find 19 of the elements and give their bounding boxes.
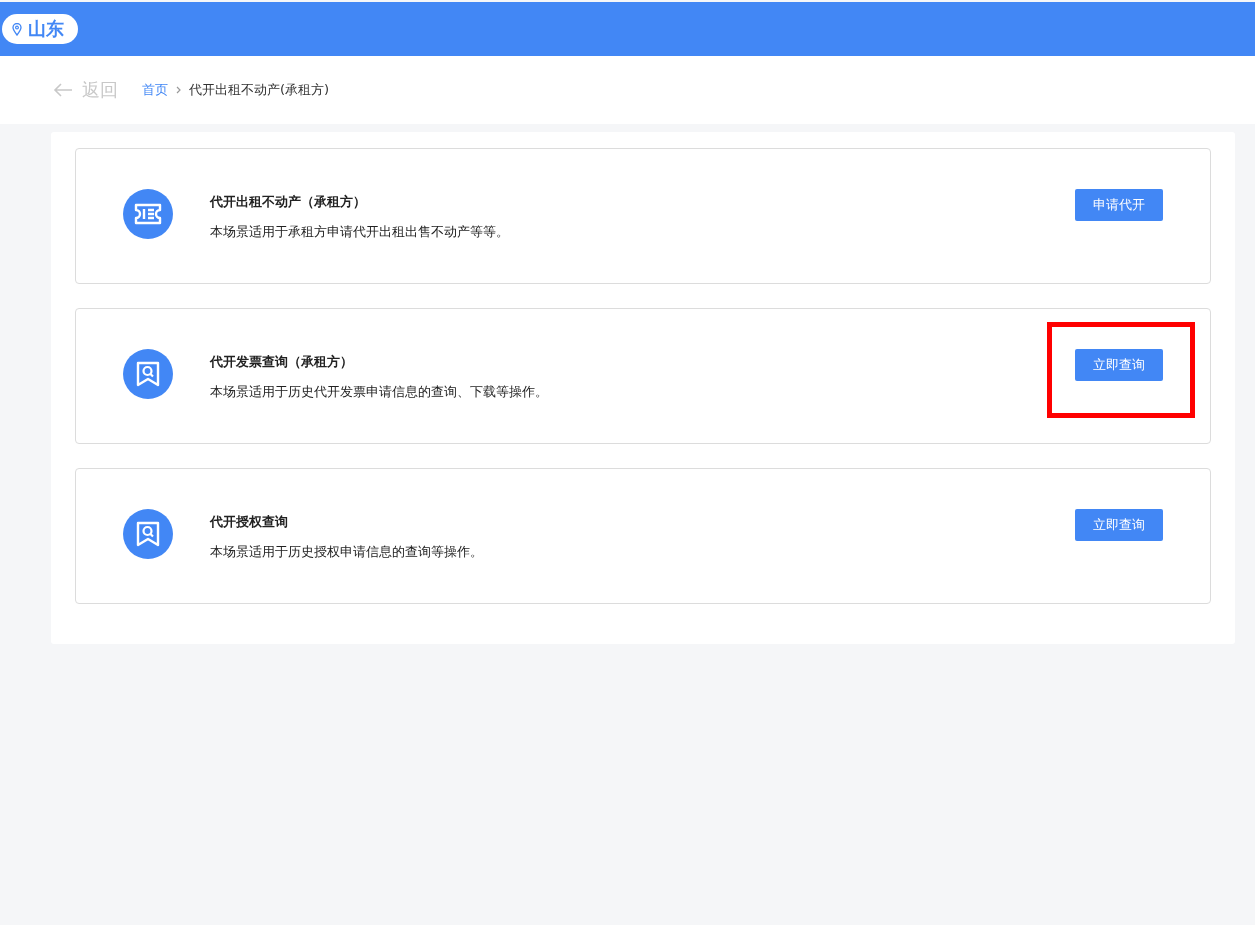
location-selector[interactable]: 山东 (2, 14, 78, 44)
service-title: 代开发票查询（承租方） (210, 353, 354, 371)
action-button[interactable]: 申请代开 (1075, 189, 1163, 221)
location-label: 山东 (28, 17, 64, 41)
document-search-icon (123, 349, 173, 399)
breadcrumb-item: 代开出租不动产(承租方) (189, 81, 330, 99)
chevron-right-icon (176, 86, 181, 94)
service-title: 代开授权查询 (210, 513, 289, 531)
ticket-icon (123, 189, 173, 239)
document-search-icon (123, 509, 173, 559)
location-pin-icon (12, 22, 22, 36)
action-button[interactable]: 立即查询 (1075, 509, 1163, 541)
service-title: 代开出租不动产（承租方） (210, 193, 367, 211)
service-description: 本场景适用于承租方申请代开出租出售不动产等等。 (210, 223, 510, 241)
service-description: 本场景适用于历史代开发票申请信息的查询、下载等操作。 (210, 383, 549, 401)
back-arrow-icon (53, 83, 73, 97)
service-description: 本场景适用于历史授权申请信息的查询等操作。 (210, 543, 484, 561)
action-button[interactable]: 立即查询 (1075, 349, 1163, 381)
breadcrumb-item[interactable]: 首页 (142, 81, 168, 99)
